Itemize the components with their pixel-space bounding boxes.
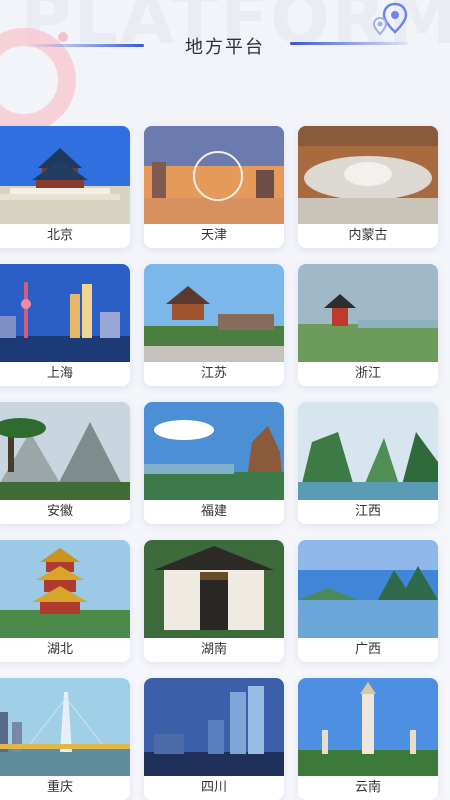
region-label: 浙江 xyxy=(298,362,438,386)
region-thumbnail xyxy=(0,264,130,362)
region-label: 天津 xyxy=(144,224,284,248)
region-label: 北京 xyxy=(0,224,130,248)
region-thumbnail xyxy=(144,678,284,776)
region-thumbnail xyxy=(298,678,438,776)
region-thumbnail xyxy=(0,402,130,500)
region-card[interactable]: 云南 xyxy=(298,678,438,800)
region-label: 广西 xyxy=(298,638,438,662)
region-thumbnail xyxy=(144,264,284,362)
region-thumbnail xyxy=(298,540,438,638)
region-thumbnail xyxy=(0,678,130,776)
region-card[interactable]: 湖北 xyxy=(0,540,130,662)
region-label: 云南 xyxy=(298,776,438,800)
region-thumbnail xyxy=(0,126,130,224)
region-thumbnail xyxy=(298,402,438,500)
region-thumbnail xyxy=(0,540,130,638)
region-label: 福建 xyxy=(144,500,284,524)
region-thumbnail xyxy=(298,264,438,362)
region-card[interactable]: 北京 xyxy=(0,126,130,248)
region-card[interactable]: 江苏 xyxy=(144,264,284,386)
region-thumbnail xyxy=(298,126,438,224)
region-label: 重庆 xyxy=(0,776,130,800)
region-card[interactable]: 重庆 xyxy=(0,678,130,800)
region-label: 江西 xyxy=(298,500,438,524)
location-pin-icon xyxy=(368,0,412,44)
region-label: 四川 xyxy=(144,776,284,800)
region-card[interactable]: 浙江 xyxy=(298,264,438,386)
region-label: 江苏 xyxy=(144,362,284,386)
region-thumbnail xyxy=(144,126,284,224)
region-card[interactable]: 安徽 xyxy=(0,402,130,524)
region-card[interactable]: 福建 xyxy=(144,402,284,524)
region-card[interactable]: 四川 xyxy=(144,678,284,800)
local-platform-page: PLATFORM 地方平台 北京 天津 内蒙古 上海 江苏 浙江 安徽 福建 江… xyxy=(0,0,450,800)
region-thumbnail xyxy=(144,540,284,638)
region-card[interactable]: 内蒙古 xyxy=(298,126,438,248)
region-card[interactable]: 天津 xyxy=(144,126,284,248)
region-card[interactable]: 广西 xyxy=(298,540,438,662)
region-card[interactable]: 上海 xyxy=(0,264,130,386)
region-label: 内蒙古 xyxy=(298,224,438,248)
region-label: 安徽 xyxy=(0,500,130,524)
region-card[interactable]: 湖南 xyxy=(144,540,284,662)
region-label: 上海 xyxy=(0,362,130,386)
region-label: 湖北 xyxy=(0,638,130,662)
region-card[interactable]: 江西 xyxy=(298,402,438,524)
region-thumbnail xyxy=(144,402,284,500)
region-label: 湖南 xyxy=(144,638,284,662)
